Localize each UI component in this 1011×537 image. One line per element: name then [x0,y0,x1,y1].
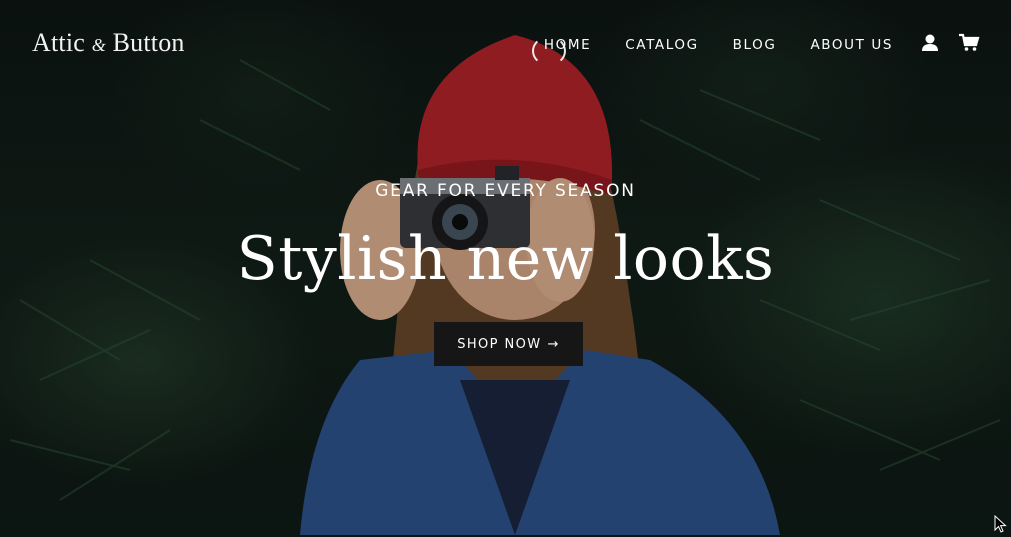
shop-now-button[interactable]: SHOP NOW → [434,322,583,366]
nav-blog[interactable]: BLOG [733,37,777,53]
hero-kicker: GEAR FOR EVERY SEASON [375,181,636,201]
nav-catalog[interactable]: CATALOG [625,37,698,53]
logo-text-main: Attic [32,28,85,57]
hero-headline: Stylish new looks [236,224,775,294]
logo-ampersand: & [91,35,106,55]
arrow-right-icon: → [547,336,560,352]
nav-about-us[interactable]: ABOUT US [810,37,893,53]
account-icon[interactable] [920,33,940,53]
shop-now-label: SHOP NOW [457,336,542,352]
logo-text-end: Button [112,28,185,57]
mouse-pointer-icon [994,514,1008,533]
store-logo[interactable]: Attic & Button [32,28,185,58]
cart-icon[interactable] [958,33,980,53]
main-nav: HOME CATALOG BLOG ABOUT US [510,37,893,53]
loading-spinner-icon [532,36,566,66]
